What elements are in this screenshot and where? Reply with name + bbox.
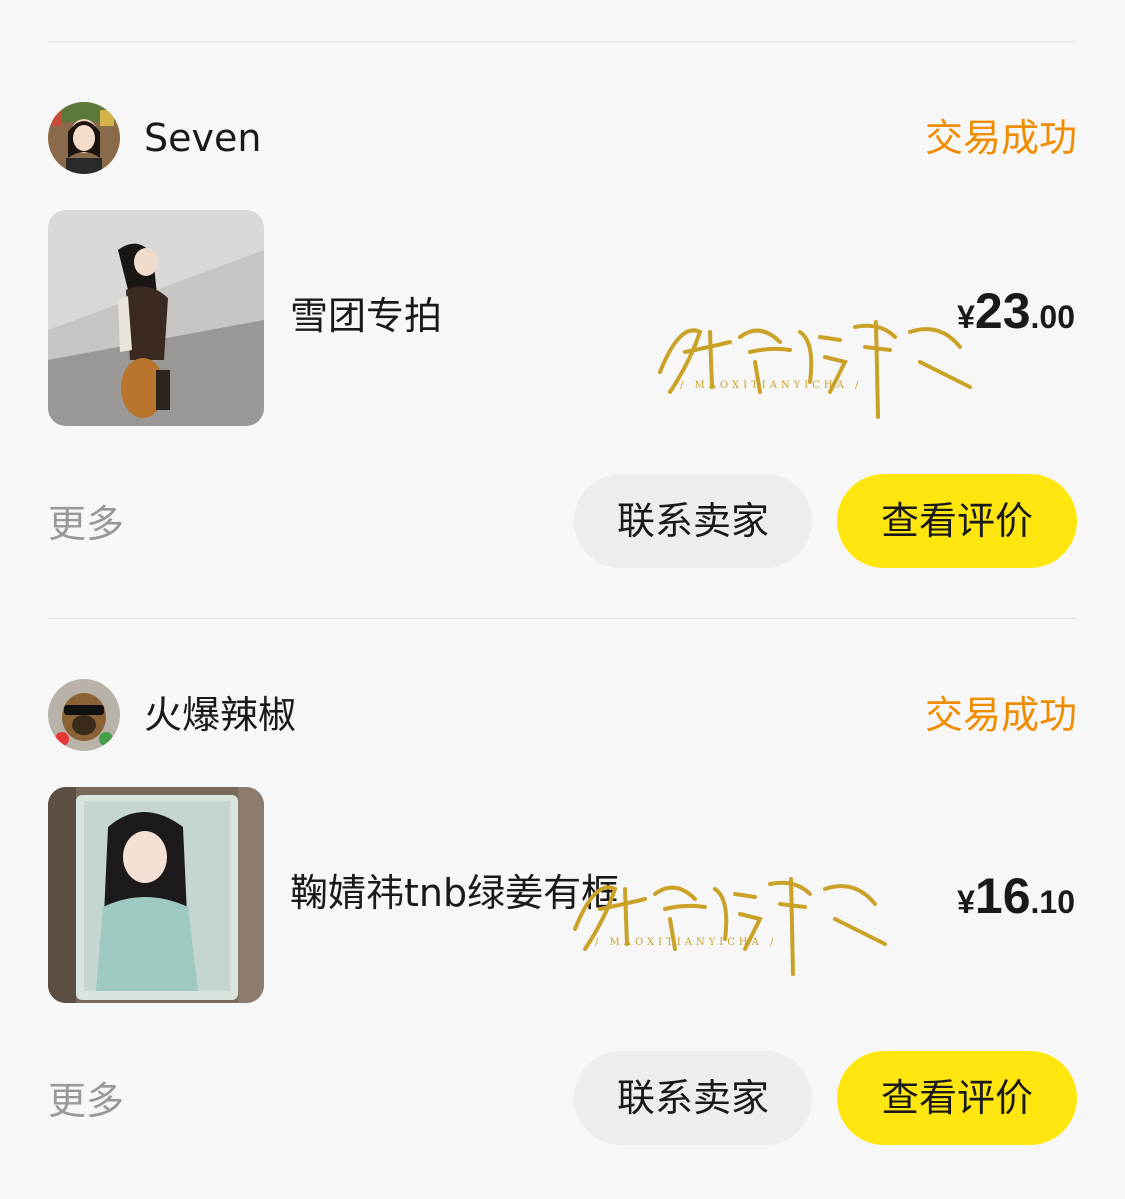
seller-avatar[interactable] bbox=[48, 679, 120, 751]
order-status: 交易成功 bbox=[924, 116, 1077, 160]
price-currency: ¥ bbox=[957, 884, 975, 920]
order-divider bbox=[48, 618, 1076, 619]
watermark-logo: / MAOXITIANYICHA / bbox=[658, 320, 972, 419]
view-review-button[interactable]: 查看评价 bbox=[837, 474, 1077, 568]
order-card: 火爆辣椒 交易成功 鞠婧祎tnb绿姜有框 / MAOXITIANYICHA / … bbox=[0, 679, 1125, 1199]
svg-text:/ MAOXITIANYICHA /: / MAOXITIANYICHA / bbox=[680, 380, 862, 391]
contact-seller-button[interactable]: 联系卖家 bbox=[574, 1051, 812, 1145]
view-review-button[interactable]: 查看评价 bbox=[837, 1051, 1077, 1145]
price-decimal: .10 bbox=[1030, 884, 1075, 920]
svg-text:/ MAOXITIANYICHA /: / MAOXITIANYICHA / bbox=[595, 937, 777, 948]
item-price: ¥16.10 bbox=[957, 867, 1075, 925]
seller-name[interactable]: Seven bbox=[144, 114, 261, 162]
item-thumbnail[interactable] bbox=[48, 210, 264, 426]
item-price: ¥23.00 bbox=[957, 282, 1075, 340]
price-integer: 23 bbox=[974, 283, 1031, 339]
item-title[interactable]: 雪团专拍 bbox=[290, 292, 442, 340]
contact-seller-button[interactable]: 联系卖家 bbox=[574, 474, 812, 568]
item-title[interactable]: 鞠婧祎tnb绿姜有框 bbox=[290, 869, 619, 917]
price-decimal: .00 bbox=[1030, 299, 1075, 335]
seller-avatar[interactable] bbox=[48, 102, 120, 174]
order-status: 交易成功 bbox=[924, 693, 1077, 737]
price-currency: ¥ bbox=[957, 299, 975, 335]
item-thumbnail[interactable] bbox=[48, 787, 264, 1003]
order-card: Seven 交易成功 雪团专拍 / MAOXITIANYICHA / ¥23.0… bbox=[0, 102, 1125, 622]
more-link[interactable]: 更多 bbox=[48, 500, 124, 548]
top-divider bbox=[48, 41, 1076, 42]
price-integer: 16 bbox=[974, 868, 1031, 924]
seller-name[interactable]: 火爆辣椒 bbox=[144, 691, 296, 739]
more-link[interactable]: 更多 bbox=[48, 1077, 124, 1125]
